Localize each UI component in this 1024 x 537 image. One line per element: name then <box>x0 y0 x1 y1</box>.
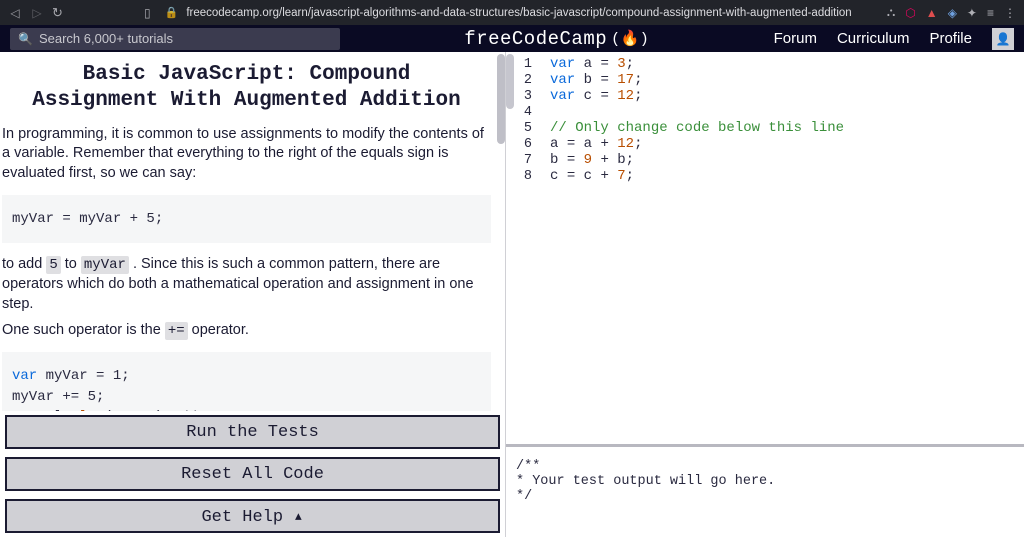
lesson-title: Basic JavaScript: Compound Assignment Wi… <box>32 62 461 115</box>
line-number: 6 <box>506 137 550 152</box>
search-placeholder: Search 6,000+ tutorials <box>39 31 173 46</box>
line-code[interactable]: // Only change code below this line <box>550 120 844 136</box>
line-number: 7 <box>506 153 550 168</box>
lesson-paragraph: One such operator is the += operator. <box>2 321 491 341</box>
lesson-paragraph: to add 5 to myVar . Since this is such a… <box>2 255 491 314</box>
address-bar[interactable]: freecodecamp.org/learn/javascript-algori… <box>186 7 851 19</box>
forward-icon[interactable]: ▷ <box>30 6 44 20</box>
lock-icon: 🔒 <box>165 6 179 19</box>
nav-forum[interactable]: Forum <box>774 30 817 47</box>
editor-line[interactable]: 4 <box>506 104 1024 120</box>
inline-code: 5 <box>46 256 60 274</box>
reload-icon[interactable]: ↻ <box>52 5 66 21</box>
overflow-icon[interactable]: ⋮ <box>1004 6 1016 20</box>
search-input[interactable]: 🔍 Search 6,000+ tutorials <box>10 28 340 50</box>
gem-icon[interactable]: ◈ <box>948 6 957 20</box>
nav-profile[interactable]: Profile <box>929 30 972 47</box>
search-icon: 🔍 <box>18 32 33 46</box>
line-code[interactable]: var b = 17; <box>550 72 642 88</box>
editor-line[interactable]: 3var c = 12; <box>506 88 1024 104</box>
editor-scroll-indicator[interactable] <box>506 54 514 109</box>
code-editor[interactable]: 1var a = 3;2var b = 17;3var c = 12;45// … <box>506 52 1024 447</box>
editor-line[interactable]: 8c = c + 7; <box>506 168 1024 184</box>
lesson-paragraph: In programming, it is common to use assi… <box>2 125 491 184</box>
reset-code-button[interactable]: Reset All Code <box>5 457 500 491</box>
browser-right-icons: ⛬ ⬡ ▲ ◈ ✦ ≡ ⋮ <box>887 5 1016 20</box>
editor-line[interactable]: 5// Only change code below this line <box>506 120 1024 136</box>
warning-icon[interactable]: ▲ <box>926 6 938 20</box>
line-code[interactable]: var a = 3; <box>550 56 634 72</box>
extensions-icon[interactable]: ✦ <box>967 6 977 20</box>
bookmark-icon[interactable]: ▯ <box>144 6 151 20</box>
line-code[interactable]: a = a + 12; <box>550 136 642 152</box>
code-example: myVar = myVar + 5; <box>2 195 491 243</box>
get-help-button[interactable]: Get Help ▴ <box>5 499 500 533</box>
menu-icon[interactable]: ≡ <box>987 6 994 20</box>
editor-line[interactable]: 6a = a + 12; <box>506 136 1024 152</box>
scrollbar-thumb[interactable] <box>497 54 505 144</box>
editor-pane: 1var a = 3;2var b = 17;3var c = 12;45// … <box>505 52 1024 537</box>
line-code[interactable]: c = c + 7; <box>550 168 634 184</box>
browser-toolbar: ◁ ▷ ↻ ▯ 🔒 freecodecamp.org/learn/javascr… <box>0 0 1024 25</box>
flame-icon: (🔥) <box>611 29 649 48</box>
line-code[interactable]: b = 9 + b; <box>550 152 634 168</box>
site-header: 🔍 Search 6,000+ tutorials freeCodeCamp(🔥… <box>0 25 1024 52</box>
translate-icon[interactable]: ⛬ <box>887 5 895 20</box>
header-nav: Forum Curriculum Profile 👤 <box>774 28 1024 50</box>
run-tests-button[interactable]: Run the Tests <box>5 415 500 449</box>
avatar[interactable]: 👤 <box>992 28 1014 50</box>
test-output-console: /** * Your test output will go here. */ <box>506 447 1024 537</box>
inline-code: += <box>165 322 188 340</box>
editor-line[interactable]: 1var a = 3; <box>506 56 1024 72</box>
line-number: 5 <box>506 121 550 136</box>
line-number: 8 <box>506 169 550 184</box>
nav-curriculum[interactable]: Curriculum <box>837 30 910 47</box>
shield-icon[interactable]: ⬡ <box>905 6 915 20</box>
inline-code: myVar <box>81 256 129 274</box>
editor-line[interactable]: 7b = 9 + b; <box>506 152 1024 168</box>
code-example: var myVar = 1; myVar += 5; console.log(m… <box>2 352 491 411</box>
line-code[interactable]: var c = 12; <box>550 88 642 104</box>
instructions-pane: Basic JavaScript: Compound Assignment Wi… <box>0 52 505 537</box>
back-icon[interactable]: ◁ <box>8 6 22 20</box>
editor-line[interactable]: 2var b = 17; <box>506 72 1024 88</box>
site-logo[interactable]: freeCodeCamp(🔥) <box>340 28 774 50</box>
